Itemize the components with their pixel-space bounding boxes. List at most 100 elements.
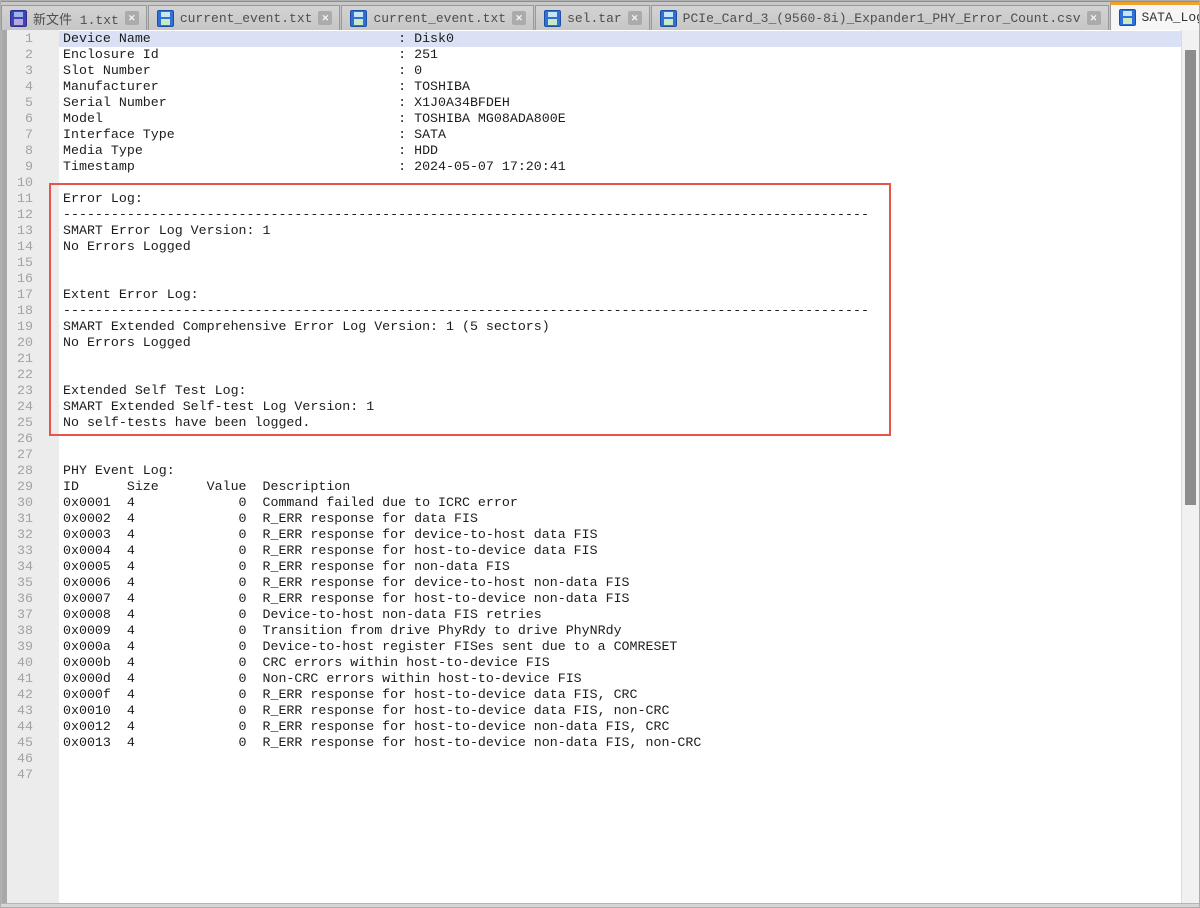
line-number: 28 [7,463,33,479]
tab-close-icon[interactable]: ✕ [512,11,526,25]
code-line[interactable] [59,255,1181,271]
code-line[interactable]: Extended Self Test Log: [59,383,1181,399]
code-line[interactable]: SMART Error Log Version: 1 [59,223,1181,239]
line-number: 33 [7,543,33,559]
code-line[interactable] [59,751,1181,767]
code-line[interactable]: 0x0001 4 0 Command failed due to ICRC er… [59,495,1181,511]
code-line[interactable]: Device Name : Disk0 [59,31,1181,47]
line-number: 31 [7,511,33,527]
code-line[interactable]: 0x0012 4 0 R_ERR response for host-to-de… [59,719,1181,735]
code-line[interactable]: 0x0008 4 0 Device-to-host non-data FIS r… [59,607,1181,623]
line-number: 26 [7,431,33,447]
code-line[interactable]: 0x0006 4 0 R_ERR response for device-to-… [59,575,1181,591]
line-number: 6 [7,111,33,127]
tab-label: current_event.txt [373,11,506,26]
code-line[interactable]: Model : TOSHIBA MG08ADA800E [59,111,1181,127]
code-line[interactable]: Enclosure Id : 251 [59,47,1181,63]
line-number: 15 [7,255,33,271]
code-line[interactable] [59,767,1181,783]
code-line[interactable]: Extent Error Log: [59,287,1181,303]
code-line[interactable] [59,367,1181,383]
text-editor-window: 新文件 1.txt✕current_event.txt✕current_even… [0,0,1200,908]
line-number: 24 [7,399,33,415]
document-text-area[interactable]: Device Name : Disk0Enclosure Id : 251Slo… [59,30,1181,906]
line-number: 47 [7,767,33,783]
code-line[interactable]: 0x000d 4 0 Non-CRC errors within host-to… [59,671,1181,687]
code-line[interactable]: ID Size Value Description [59,479,1181,495]
floppy-blue-icon [1119,9,1136,26]
code-line[interactable]: 0x000b 4 0 CRC errors within host-to-dev… [59,655,1181,671]
code-line[interactable]: 0x0010 4 0 R_ERR response for host-to-de… [59,703,1181,719]
code-line[interactable]: Manufacturer : TOSHIBA [59,79,1181,95]
tab-new-file-1[interactable]: 新文件 1.txt✕ [1,5,147,30]
code-line[interactable]: Interface Type : SATA [59,127,1181,143]
code-line[interactable]: ----------------------------------------… [59,303,1181,319]
line-number: 13 [7,223,33,239]
code-line[interactable]: No Errors Logged [59,239,1181,255]
code-line[interactable]: 0x0013 4 0 R_ERR response for host-to-de… [59,735,1181,751]
code-line[interactable]: 0x000a 4 0 Device-to-host register FISes… [59,639,1181,655]
code-line[interactable]: Slot Number : 0 [59,63,1181,79]
tab-close-icon[interactable]: ✕ [318,11,332,25]
line-number: 14 [7,239,33,255]
code-line[interactable]: 0x0002 4 0 R_ERR response for data FIS [59,511,1181,527]
line-number: 27 [7,447,33,463]
line-number: 3 [7,63,33,79]
code-line[interactable]: 0x0004 4 0 R_ERR response for host-to-de… [59,543,1181,559]
tab-pcie-card-csv[interactable]: PCIe_Card_3_(9560-8i)_Expander1_PHY_Erro… [651,5,1109,30]
line-number: 34 [7,559,33,575]
code-line[interactable]: No self-tests have been logged. [59,415,1181,431]
vertical-scrollbar[interactable] [1181,30,1199,906]
code-line[interactable]: SMART Extended Comprehensive Error Log V… [59,319,1181,335]
code-line[interactable]: 0x000f 4 0 R_ERR response for host-to-de… [59,687,1181,703]
tab-sata-log[interactable]: SATA_Log✕ [1110,2,1200,30]
code-line[interactable]: Serial Number : X1J0A34BFDEH [59,95,1181,111]
code-line[interactable] [59,175,1181,191]
scrollbar-thumb[interactable] [1185,50,1196,505]
line-number: 29 [7,479,33,495]
line-number: 16 [7,271,33,287]
line-number: 45 [7,735,33,751]
floppy-purple-icon [10,10,27,27]
tab-close-icon[interactable]: ✕ [628,11,642,25]
bottom-strip [1,903,1199,907]
line-number: 18 [7,303,33,319]
code-line[interactable] [59,351,1181,367]
code-line[interactable] [59,271,1181,287]
floppy-blue-icon [544,10,561,27]
code-line[interactable]: PHY Event Log: [59,463,1181,479]
line-number-gutter: 1234567891011121314151617181920212223242… [7,30,59,906]
code-line[interactable]: ----------------------------------------… [59,207,1181,223]
tab-current-event-2[interactable]: current_event.txt ✕ [341,5,534,30]
tab-close-icon[interactable]: ✕ [125,11,139,25]
code-line[interactable]: 0x0003 4 0 R_ERR response for device-to-… [59,527,1181,543]
tab-label: PCIe_Card_3_(9560-8i)_Expander1_PHY_Erro… [683,11,1081,26]
code-line[interactable]: 0x0005 4 0 R_ERR response for non-data F… [59,559,1181,575]
code-line[interactable]: 0x0007 4 0 R_ERR response for host-to-de… [59,591,1181,607]
line-number: 44 [7,719,33,735]
floppy-blue-icon [157,10,174,27]
code-line[interactable]: Timestamp : 2024-05-07 17:20:41 [59,159,1181,175]
tab-current-event-1[interactable]: current_event.txt✕ [148,5,341,30]
line-number: 25 [7,415,33,431]
line-number: 19 [7,319,33,335]
code-line[interactable] [59,447,1181,463]
code-line[interactable]: Media Type : HDD [59,143,1181,159]
code-line[interactable]: SMART Extended Self-test Log Version: 1 [59,399,1181,415]
line-number: 7 [7,127,33,143]
tab-bar: 新文件 1.txt✕current_event.txt✕current_even… [1,1,1199,30]
line-number: 12 [7,207,33,223]
line-number: 36 [7,591,33,607]
line-number: 41 [7,671,33,687]
line-number: 39 [7,639,33,655]
line-number: 9 [7,159,33,175]
code-line[interactable]: No Errors Logged [59,335,1181,351]
code-line[interactable]: 0x0009 4 0 Transition from drive PhyRdy … [59,623,1181,639]
code-line[interactable]: Error Log: [59,191,1181,207]
tab-sel-tar[interactable]: sel.tar ✕ [535,5,650,30]
tab-close-icon[interactable]: ✕ [1087,11,1101,25]
code-line[interactable] [59,431,1181,447]
tab-label: sel.tar [567,11,622,26]
line-number: 5 [7,95,33,111]
line-number: 10 [7,175,33,191]
